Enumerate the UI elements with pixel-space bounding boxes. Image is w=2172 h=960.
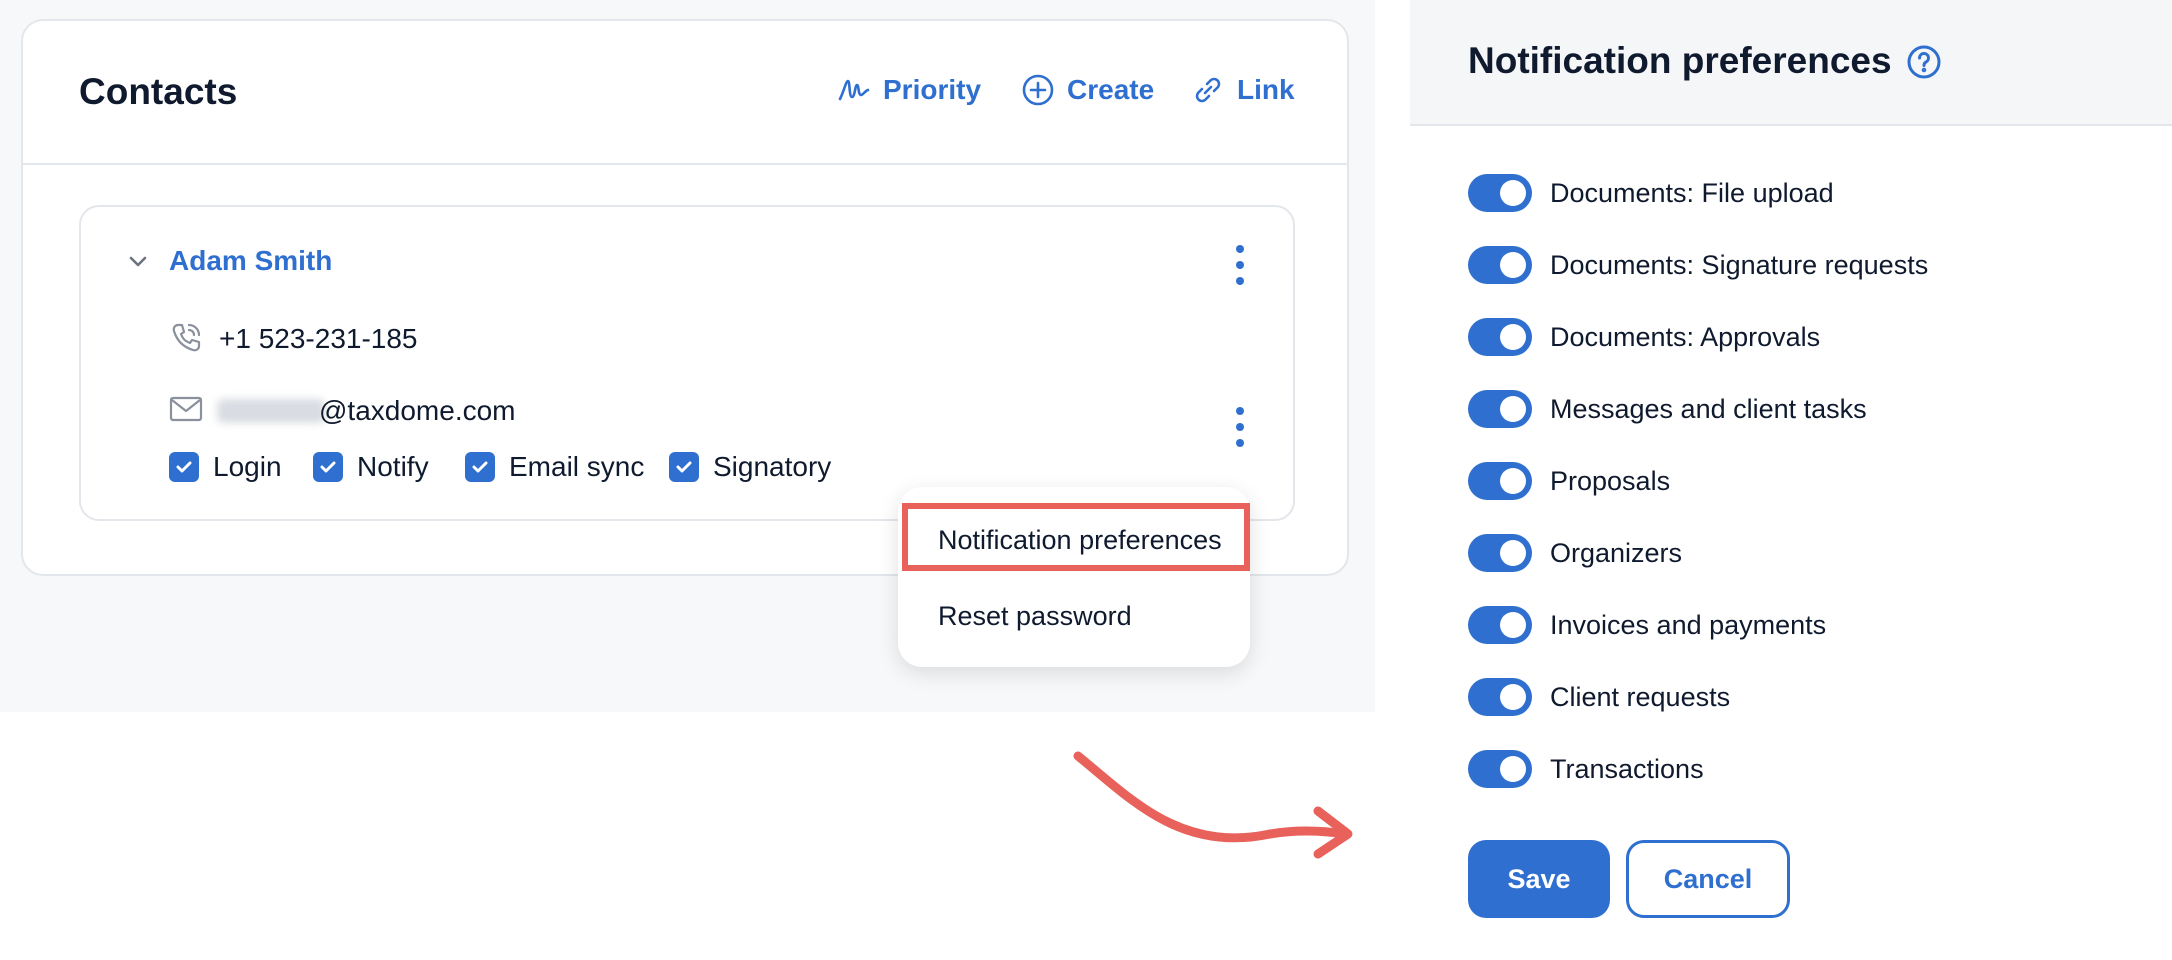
preference-label: Documents: Approvals (1550, 321, 1821, 352)
preference-label: Invoices and payments (1550, 609, 1827, 640)
check-icon (465, 452, 495, 482)
contact-name-link[interactable]: Adam Smith (169, 245, 332, 277)
contact-kebab-icon[interactable] (1233, 245, 1247, 285)
preference-toggle[interactable] (1468, 678, 1532, 716)
signature-icon (838, 79, 870, 101)
preference-row: Organizers (1468, 534, 1682, 572)
check-icon (669, 452, 699, 482)
contacts-page-background: Contacts Priority Create Link Adam Smith… (0, 0, 1375, 712)
email-sync-label: Email sync (509, 451, 645, 482)
preference-row: Transactions (1468, 750, 1704, 788)
contact-phone: +1 523-231-185 (219, 323, 418, 354)
priority-button[interactable]: Priority (837, 73, 981, 107)
panel-header: Notification preferences (1410, 0, 2172, 126)
preference-toggle[interactable] (1468, 246, 1532, 284)
plus-circle-icon (1022, 74, 1054, 106)
arrow-icon (1073, 751, 1353, 859)
preference-row: Documents: Signature requests (1468, 246, 1928, 284)
chevron-down-icon[interactable] (125, 249, 151, 275)
preference-toggle[interactable] (1468, 174, 1532, 212)
preference-label: Documents: File upload (1550, 177, 1834, 208)
preference-row: Client requests (1468, 678, 1730, 716)
preference-toggle[interactable] (1468, 534, 1532, 572)
preference-label: Messages and client tasks (1550, 393, 1867, 424)
preference-label: Proposals (1550, 465, 1671, 496)
preference-row: Documents: Approvals (1468, 318, 1820, 356)
screenshot-stage: Contacts Priority Create Link Adam Smith… (0, 0, 2172, 960)
email-sync-checkbox[interactable]: Email sync (465, 451, 644, 483)
help-icon[interactable] (1906, 44, 1942, 80)
panel-title: Notification preferences (1468, 40, 1892, 81)
preference-toggle[interactable] (1468, 462, 1532, 500)
email-kebab-icon[interactable] (1233, 407, 1247, 447)
preference-row: Invoices and payments (1468, 606, 1826, 644)
preference-label: Transactions (1550, 753, 1704, 784)
preference-label: Organizers (1550, 537, 1683, 568)
create-button[interactable]: Create (1021, 73, 1154, 107)
email-context-menu: Notification preferences Reset password (898, 487, 1250, 667)
priority-label: Priority (883, 74, 982, 105)
link-icon (1195, 77, 1221, 103)
contacts-title: Contacts (79, 71, 238, 112)
menu-item-notification-preferences[interactable]: Notification preferences (938, 525, 1222, 556)
contact-email: @taxdome.com (319, 395, 516, 426)
notify-label: Notify (357, 451, 429, 482)
preference-label: Documents: Signature requests (1550, 249, 1929, 280)
signatory-label: Signatory (713, 451, 832, 482)
phone-icon (172, 323, 201, 352)
login-label: Login (213, 451, 282, 482)
preference-label: Client requests (1550, 681, 1731, 712)
contacts-header: Contacts Priority Create Link (23, 21, 1347, 165)
preference-toggle[interactable] (1468, 390, 1532, 428)
email-redacted (217, 399, 325, 423)
contact-entry: Adam Smith +1 523-231-185 @taxdome.com L… (79, 205, 1295, 521)
link-button[interactable]: Link (1191, 73, 1295, 107)
notification-preferences-panel: Notification preferences Documents: File… (1410, 0, 2172, 960)
check-icon (313, 452, 343, 482)
signatory-checkbox[interactable]: Signatory (669, 451, 831, 483)
preference-row: Messages and client tasks (1468, 390, 1867, 428)
preference-toggle[interactable] (1468, 318, 1532, 356)
menu-item-reset-password[interactable]: Reset password (938, 601, 1132, 632)
create-label: Create (1067, 74, 1155, 105)
preference-row: Proposals (1468, 462, 1670, 500)
notify-checkbox[interactable]: Notify (313, 451, 429, 483)
login-checkbox[interactable]: Login (169, 451, 282, 483)
link-label: Link (1237, 74, 1295, 105)
check-icon (169, 452, 199, 482)
preference-row: Documents: File upload (1468, 174, 1834, 212)
preference-toggle[interactable] (1468, 606, 1532, 644)
preference-toggle[interactable] (1468, 750, 1532, 788)
cancel-button[interactable]: Cancel (1626, 840, 1790, 918)
save-button[interactable]: Save (1468, 840, 1610, 918)
mail-icon (169, 396, 203, 422)
